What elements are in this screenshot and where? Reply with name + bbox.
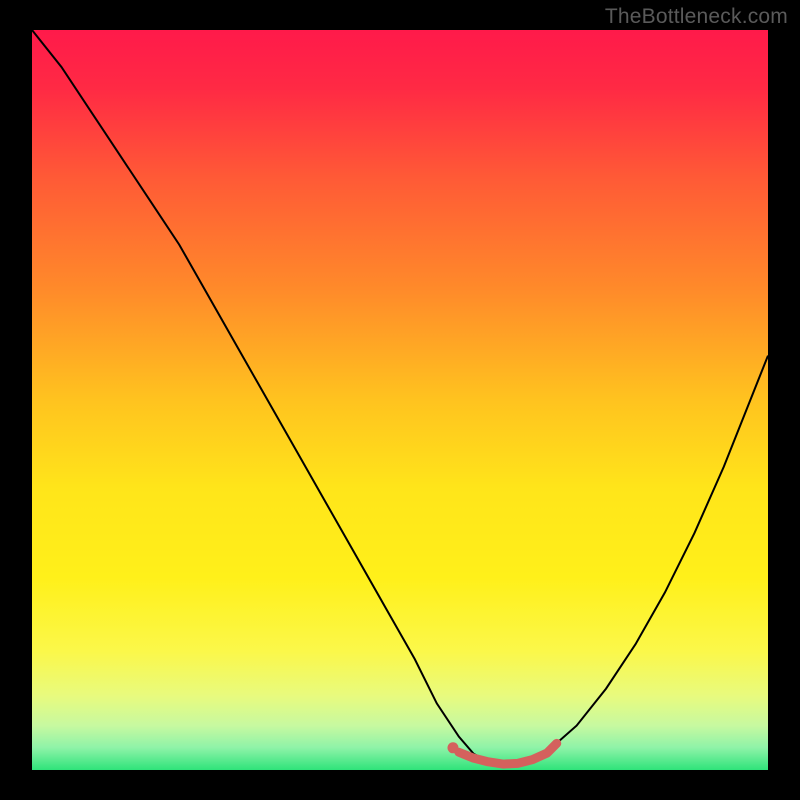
- bottleneck-chart: [0, 0, 800, 800]
- optimal-point-marker: [447, 742, 458, 753]
- attribution-text: TheBottleneck.com: [605, 5, 788, 29]
- chart-container: TheBottleneck.com: [0, 0, 800, 800]
- plot-background: [32, 30, 768, 770]
